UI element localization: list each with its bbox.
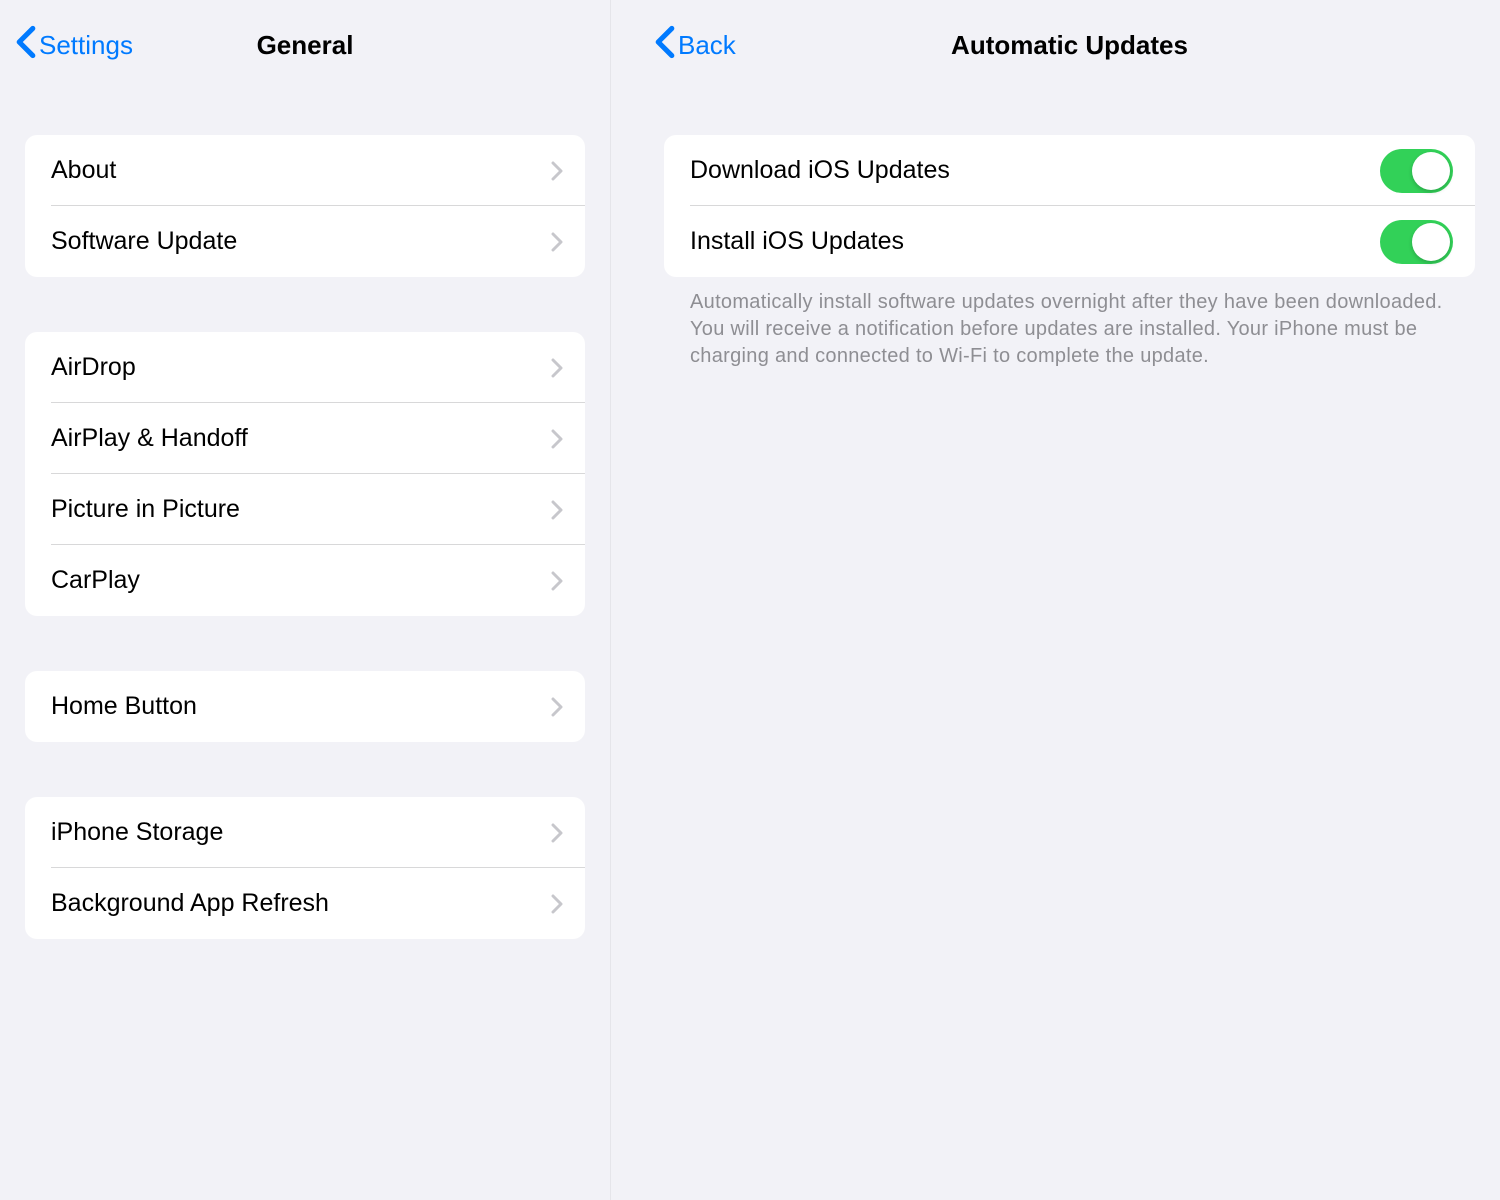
section-about: About Software Update	[25, 135, 585, 277]
chevron-right-icon	[551, 571, 563, 591]
section-home-button: Home Button	[25, 671, 585, 742]
toggle-download-ios-updates[interactable]	[1380, 149, 1453, 193]
nav-bar-right: Back Automatic Updates	[639, 0, 1500, 90]
page-title-left: General	[257, 30, 354, 61]
section-storage: iPhone Storage Background App Refresh	[25, 797, 585, 939]
row-label: AirPlay & Handoff	[51, 424, 248, 453]
chevron-right-icon	[551, 500, 563, 520]
nav-bar-left: Settings General	[0, 0, 610, 90]
row-label: Background App Refresh	[51, 889, 329, 918]
section-airdrop: AirDrop AirPlay & Handoff Picture in Pic…	[25, 332, 585, 616]
back-button-right[interactable]: Back	[654, 25, 736, 66]
chevron-right-icon	[551, 232, 563, 252]
toggle-install-ios-updates[interactable]	[1380, 220, 1453, 264]
section-auto-updates: Download iOS Updates Install iOS Updates	[664, 135, 1475, 277]
page-title-right: Automatic Updates	[951, 30, 1188, 61]
row-airplay-handoff[interactable]: AirPlay & Handoff	[25, 403, 585, 474]
row-carplay[interactable]: CarPlay	[25, 545, 585, 616]
back-label-left: Settings	[39, 30, 133, 61]
row-home-button[interactable]: Home Button	[25, 671, 585, 742]
chevron-left-icon	[15, 25, 37, 66]
back-label-right: Back	[678, 30, 736, 61]
chevron-right-icon	[551, 697, 563, 717]
chevron-right-icon	[551, 823, 563, 843]
row-software-update[interactable]: Software Update	[25, 206, 585, 277]
chevron-right-icon	[551, 358, 563, 378]
row-about[interactable]: About	[25, 135, 585, 206]
row-download-ios-updates[interactable]: Download iOS Updates	[664, 135, 1475, 206]
row-background-app-refresh[interactable]: Background App Refresh	[25, 868, 585, 939]
row-label: CarPlay	[51, 566, 140, 595]
row-label: AirDrop	[51, 353, 136, 382]
row-label: About	[51, 156, 116, 185]
chevron-right-icon	[551, 894, 563, 914]
row-label: Picture in Picture	[51, 495, 240, 524]
row-label: Install iOS Updates	[690, 227, 904, 256]
row-install-ios-updates[interactable]: Install iOS Updates	[664, 206, 1475, 277]
row-label: iPhone Storage	[51, 818, 223, 847]
chevron-right-icon	[551, 161, 563, 181]
back-button-left[interactable]: Settings	[15, 25, 133, 66]
row-label: Home Button	[51, 692, 197, 721]
row-iphone-storage[interactable]: iPhone Storage	[25, 797, 585, 868]
row-airdrop[interactable]: AirDrop	[25, 332, 585, 403]
chevron-left-icon	[654, 25, 676, 66]
chevron-right-icon	[551, 429, 563, 449]
row-picture-in-picture[interactable]: Picture in Picture	[25, 474, 585, 545]
row-label: Software Update	[51, 227, 237, 256]
row-label: Download iOS Updates	[690, 156, 950, 185]
section-footer-text: Automatically install software updates o…	[664, 277, 1475, 370]
